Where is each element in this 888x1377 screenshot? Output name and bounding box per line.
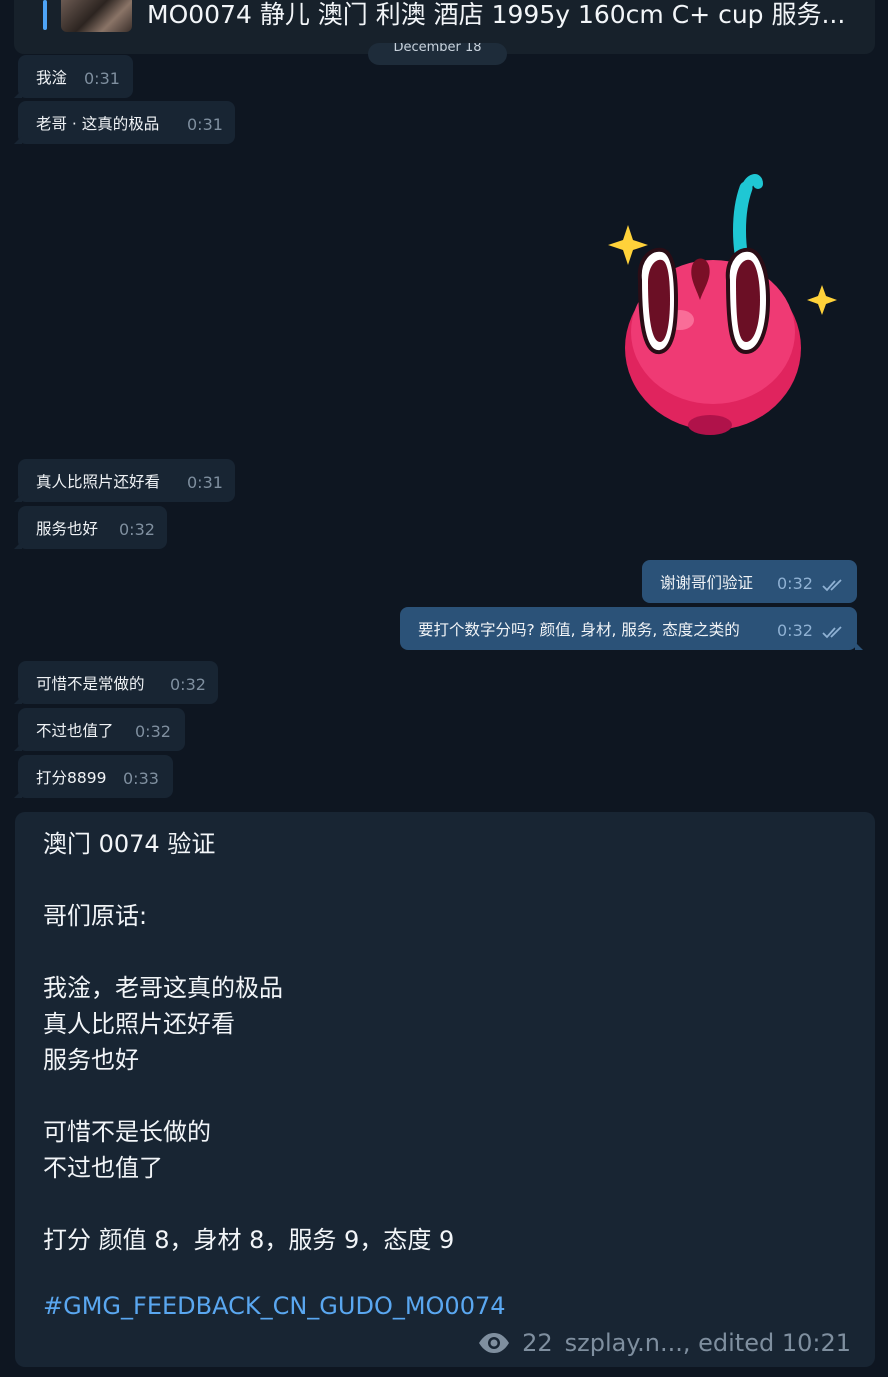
post-line: 我淦，老哥这真的极品 xyxy=(43,974,283,1002)
message-time: 0:32 xyxy=(135,722,171,741)
message-bubble-outgoing[interactable]: 要打个数字分吗? 颜值, 身材, 服务, 态度之类的 0:32 xyxy=(400,607,863,650)
reply-title: MO0074 静儿 澳门 利澳 酒店 1995y 160cm C+ cup 服务… xyxy=(147,0,846,29)
message-text: 谢谢哥们验证 xyxy=(660,574,754,592)
post-line: 打分 颜值 8，身材 8，服务 9，态度 9 xyxy=(43,1226,455,1254)
view-count: 22 xyxy=(522,1329,553,1357)
post-line: 哥们原话: xyxy=(43,902,148,930)
message-time: 0:32 xyxy=(119,520,155,539)
message-text: 服务也好 xyxy=(36,520,99,538)
post-line: 服务也好 xyxy=(43,1046,139,1074)
message-time: 0:32 xyxy=(170,675,206,694)
post-meta: szplay.n..., edited 10:21 xyxy=(564,1329,851,1357)
double-check-icon xyxy=(822,579,842,592)
reply-accent-line xyxy=(43,0,47,30)
post-line: 真人比照片还好看 xyxy=(43,1010,235,1038)
message-time: 0:32 xyxy=(777,574,813,593)
message-time: 0:31 xyxy=(84,69,120,88)
post-title: 澳门 0074 验证 xyxy=(43,830,216,858)
message-text: 真人比照片还好看 xyxy=(36,473,161,491)
message-bubble[interactable]: 不过也值了 0:32 xyxy=(14,708,185,751)
date-separator: December 18 xyxy=(368,43,507,65)
eye-icon xyxy=(479,1333,510,1353)
cherry-sticker[interactable] xyxy=(600,170,850,450)
message-bubble[interactable]: 打分8899 0:33 xyxy=(14,755,173,798)
message-time: 0:33 xyxy=(123,769,159,788)
reply-thumbnail xyxy=(61,0,132,32)
message-time: 0:31 xyxy=(187,115,223,134)
message-text: 打分8899 xyxy=(36,769,107,787)
message-text: 要打个数字分吗? 颜值, 身材, 服务, 态度之类的 xyxy=(418,621,740,639)
message-bubble[interactable]: 我淦 0:31 xyxy=(14,55,133,98)
post-line: 可惜不是长做的 xyxy=(43,1118,211,1146)
message-text: 不过也值了 xyxy=(36,722,114,740)
message-bubble-outgoing[interactable]: 谢谢哥们验证 0:32 xyxy=(642,560,857,603)
message-bubble[interactable]: 服务也好 0:32 xyxy=(14,506,167,549)
post-hashtag-link[interactable]: #GMG_FEEDBACK_CN_GUDO_MO0074 xyxy=(43,1292,506,1320)
message-text: 我淦 xyxy=(36,69,68,87)
message-text: 老哥 · 这真的极品 xyxy=(36,115,160,133)
double-check-icon xyxy=(822,626,842,639)
channel-post[interactable]: 澳门 0074 验证 哥们原话: 我淦，老哥这真的极品 真人比照片还好看 服务也… xyxy=(15,812,875,1367)
message-text: 可惜不是常做的 xyxy=(36,675,145,693)
message-time: 0:31 xyxy=(187,473,223,492)
message-bubble[interactable]: 可惜不是常做的 0:32 xyxy=(14,661,218,704)
message-bubble[interactable]: 老哥 · 这真的极品 0:31 xyxy=(14,101,235,144)
message-time: 0:32 xyxy=(777,621,813,640)
message-bubble[interactable]: 真人比照片还好看 0:31 xyxy=(14,459,235,502)
post-line: 不过也值了 xyxy=(43,1154,163,1182)
post-footer: 22 szplay.n..., edited 10:21 xyxy=(478,1327,851,1359)
